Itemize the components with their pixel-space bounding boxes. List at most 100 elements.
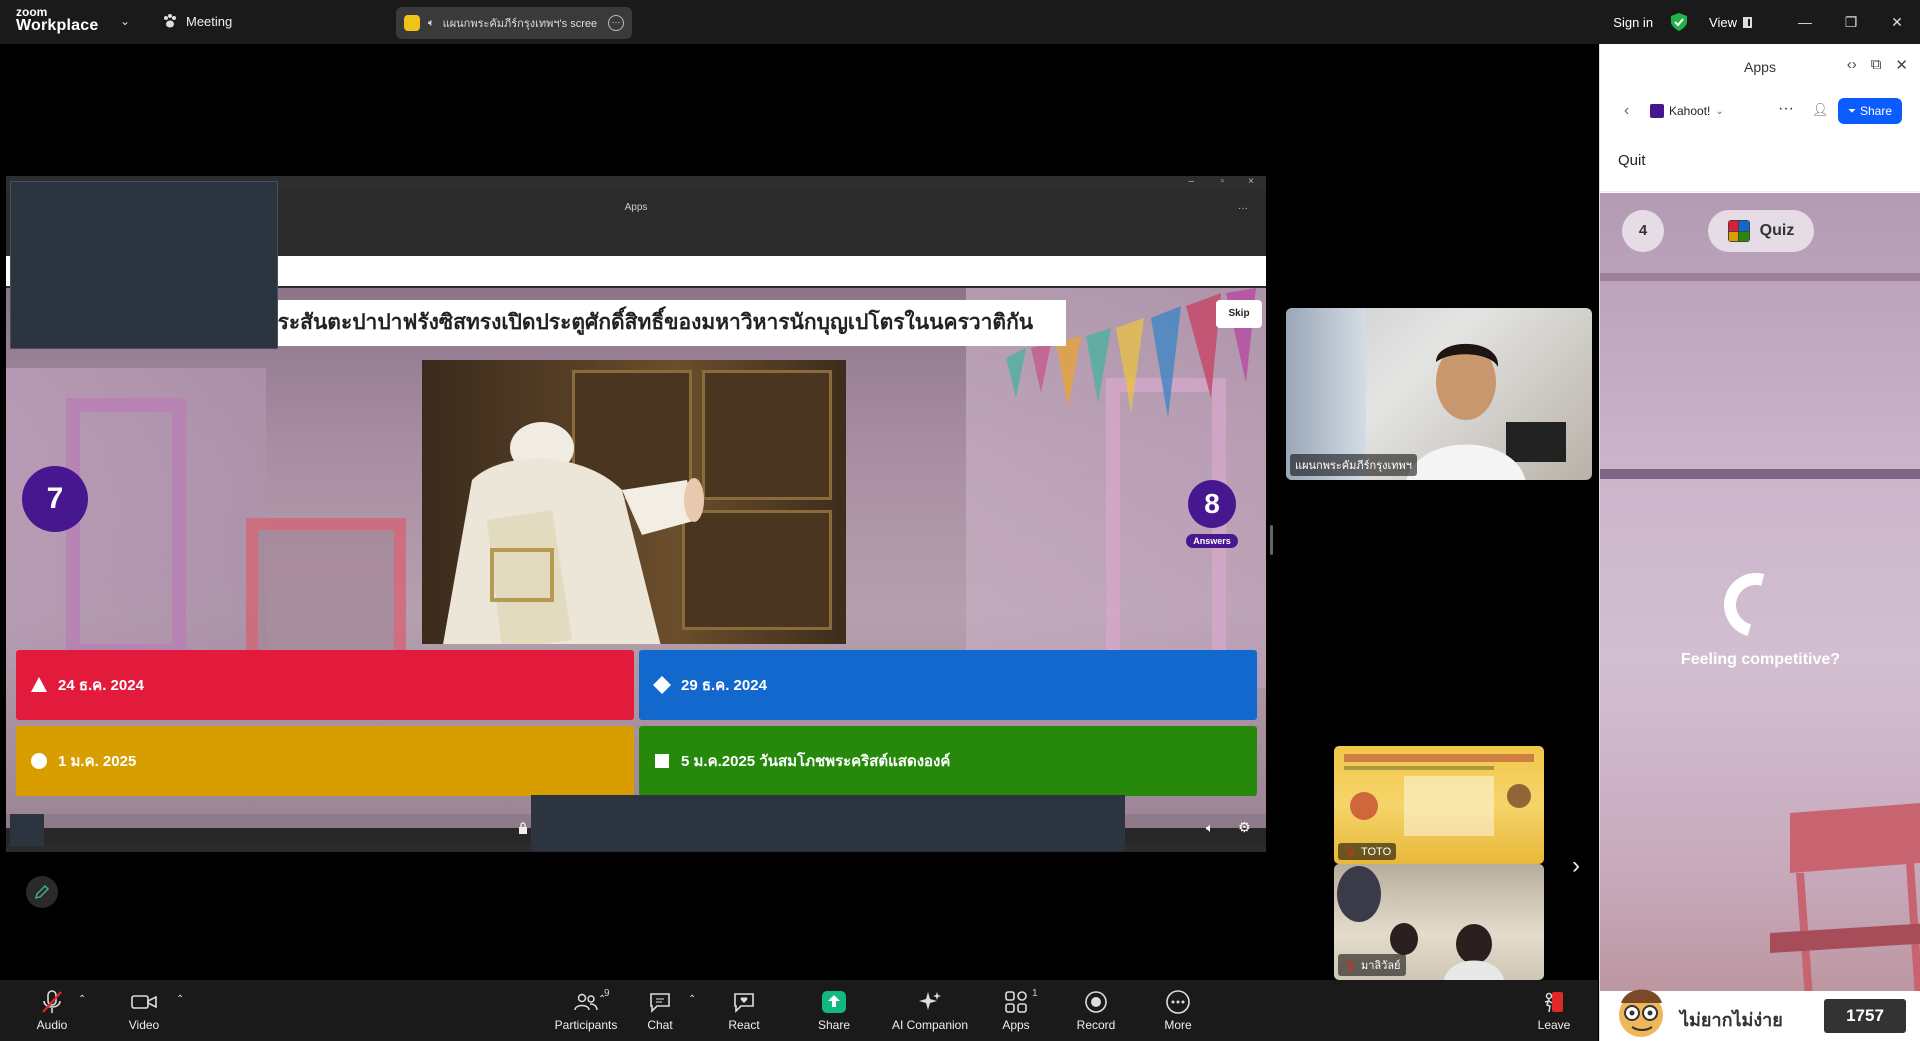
options-icon[interactable]: ···: [608, 15, 624, 31]
audio-label: Audio: [36, 1018, 68, 1032]
app-share-label: Share: [1859, 104, 1893, 118]
quit-link[interactable]: Quit: [1600, 134, 1920, 192]
mic-off-icon: 🎙︎: [1343, 959, 1357, 972]
question-number: 4: [1622, 210, 1664, 252]
sign-in-link[interactable]: Sign in: [1613, 15, 1653, 30]
shared-restore-icon: ▫: [1220, 176, 1224, 187]
circle-icon: [31, 753, 47, 769]
video-button[interactable]: Video: [124, 988, 164, 1032]
answer-yellow[interactable]: 1 ม.ค. 2025: [16, 726, 634, 796]
chevron-up-icon[interactable]: ⌃: [598, 994, 606, 1005]
shield-check-icon[interactable]: [1671, 13, 1688, 31]
record-button[interactable]: Record: [1074, 988, 1118, 1032]
player-score: 1757: [1824, 999, 1906, 1033]
more-options-icon[interactable]: ···: [1778, 100, 1794, 118]
camera-icon: [131, 995, 157, 1009]
restore-button[interactable]: ❐: [1828, 14, 1874, 31]
chevron-down-icon: ⌄: [1715, 105, 1724, 117]
app-name: Kahoot!: [1669, 104, 1711, 118]
shared-apps-title: Apps: [624, 202, 648, 213]
participants-label: Participants: [554, 1018, 618, 1032]
chevron-up-icon[interactable]: ⌃: [78, 994, 86, 1005]
redacted-area: [531, 795, 1125, 851]
video-tile-mini[interactable]: 🎙︎ มาลิวัลย์: [1334, 864, 1544, 980]
apps-panel: Apps ‹› ⧉ ✕ ‹ Kahoot! ⌄ ··· 👤︎ ⏷ Share Q…: [1599, 44, 1920, 1041]
answers-count: 8: [1188, 480, 1236, 528]
leave-icon: [1544, 992, 1563, 1013]
chevron-left-icon[interactable]: ‹: [1624, 102, 1629, 120]
kahoot-player-screen: 4 Quiz Feeling competitive? ไม่ยากไม่ง่า…: [1600, 193, 1920, 1041]
pinboard: [246, 518, 406, 668]
quiz-icon: [1727, 220, 1750, 242]
shared-minimize-icon: –: [1188, 176, 1194, 187]
answer-green[interactable]: 5 ม.ค.2025 วันสมโภชพระคริสต์แสดงองค์: [639, 726, 1257, 796]
participant-name-tag: 🎙︎ TOTO: [1338, 843, 1397, 860]
video-tile-main[interactable]: แผนกพระคัมภีร์กรุงเทพฯ: [1286, 308, 1592, 480]
grid-icon: [1743, 16, 1752, 28]
more-label: More: [1164, 1018, 1192, 1032]
paw-icon: [164, 14, 176, 28]
chat-button[interactable]: Chat: [640, 988, 680, 1032]
pope-figure: [443, 422, 704, 644]
chevron-up-icon[interactable]: ⌃: [688, 994, 696, 1005]
audio-button[interactable]: Audio: [32, 988, 72, 1032]
react-button[interactable]: React: [724, 988, 764, 1032]
video-tile-mini[interactable]: 🎙︎ TOTO: [1334, 746, 1544, 864]
zoom-logo: zoom Workplace: [16, 6, 98, 34]
chevron-down-icon[interactable]: ⌄: [120, 14, 130, 28]
close-icon[interactable]: ✕: [1895, 56, 1908, 74]
annotate-button[interactable]: [26, 876, 58, 908]
ai-companion-button[interactable]: AI Companion: [888, 988, 972, 1032]
share-button[interactable]: Share: [814, 988, 854, 1032]
resize-handle[interactable]: [1270, 525, 1273, 555]
minimize-button[interactable]: —: [1782, 14, 1828, 30]
participant-video: [1406, 343, 1566, 480]
participants-icon: [574, 993, 598, 1011]
shared-close-icon: ×: [1248, 176, 1254, 187]
question-image: [422, 360, 846, 644]
app-selector[interactable]: Kahoot! ⌄: [1650, 104, 1724, 118]
chair-illustration: [1770, 803, 1920, 1013]
meeting-toolbar: Audio ⌃ Video ⌃ 9 Participants ⌃ Chat ⌃ …: [0, 980, 1598, 1041]
answer-blue[interactable]: 29 ธ.ค. 2024: [639, 650, 1257, 720]
view-button[interactable]: View: [1709, 15, 1752, 30]
mic-off-icon: 🎙︎: [1343, 846, 1357, 858]
chat-icon: [650, 993, 670, 1013]
answer-text: 1 ม.ค. 2025: [58, 753, 137, 770]
triangle-icon: [31, 677, 47, 692]
react-heart-icon: [734, 993, 754, 1013]
apps-button[interactable]: 1 Apps: [996, 988, 1038, 1032]
share-label: Share: [817, 1018, 851, 1032]
participant-name: TOTO: [1360, 845, 1392, 858]
meeting-menu-button[interactable]: Meeting: [162, 13, 232, 29]
lock-icon: [519, 822, 527, 834]
answers-label: Answers: [1186, 534, 1238, 548]
participants-button[interactable]: 9 Participants: [544, 988, 628, 1032]
speaker-icon: 🔈︎: [428, 16, 435, 29]
quiz-label: Quiz: [1759, 222, 1795, 239]
chat-label: Chat: [647, 1018, 673, 1032]
skip-button[interactable]: Skip: [1216, 300, 1262, 328]
chevron-up-icon[interactable]: ⌃: [176, 994, 184, 1005]
screen-share-indicator[interactable]: 🔈︎ แผนกพระคัมภีร์กรุงเทพฯ's scree ···: [396, 7, 632, 39]
close-button[interactable]: ✕: [1874, 14, 1920, 31]
redacted-area: [10, 181, 278, 349]
share-pill-text: แผนกพระคัมภีร์กรุงเทพฯ's scree: [442, 18, 598, 30]
player-footer: ไม่ยากไม่ง่าย 1757: [1600, 989, 1920, 1041]
share-screen-icon: [822, 991, 846, 1013]
record-icon: [1085, 991, 1107, 1013]
more-button[interactable]: More: [1158, 988, 1198, 1032]
more-icon: [1166, 990, 1190, 1014]
react-label: React: [728, 1018, 760, 1032]
chevron-right-icon[interactable]: ›: [1572, 852, 1580, 880]
apps-panel-nav: ‹ Kahoot! ⌄ ··· 👤︎ ⏷ Share: [1600, 92, 1920, 134]
player-avatar-icon: [1619, 989, 1663, 1037]
code-icon[interactable]: ‹›: [1847, 56, 1857, 74]
user-icon[interactable]: 👤︎: [1812, 102, 1829, 118]
apps-count: 1: [1032, 988, 1038, 999]
pop-out-icon[interactable]: ⧉: [1871, 56, 1882, 74]
app-share-button[interactable]: ⏷ Share: [1838, 98, 1902, 124]
leave-button[interactable]: Leave: [1534, 988, 1574, 1032]
kahoot-logo-icon: [1650, 104, 1664, 118]
answer-red[interactable]: 24 ธ.ค. 2024: [16, 650, 634, 720]
